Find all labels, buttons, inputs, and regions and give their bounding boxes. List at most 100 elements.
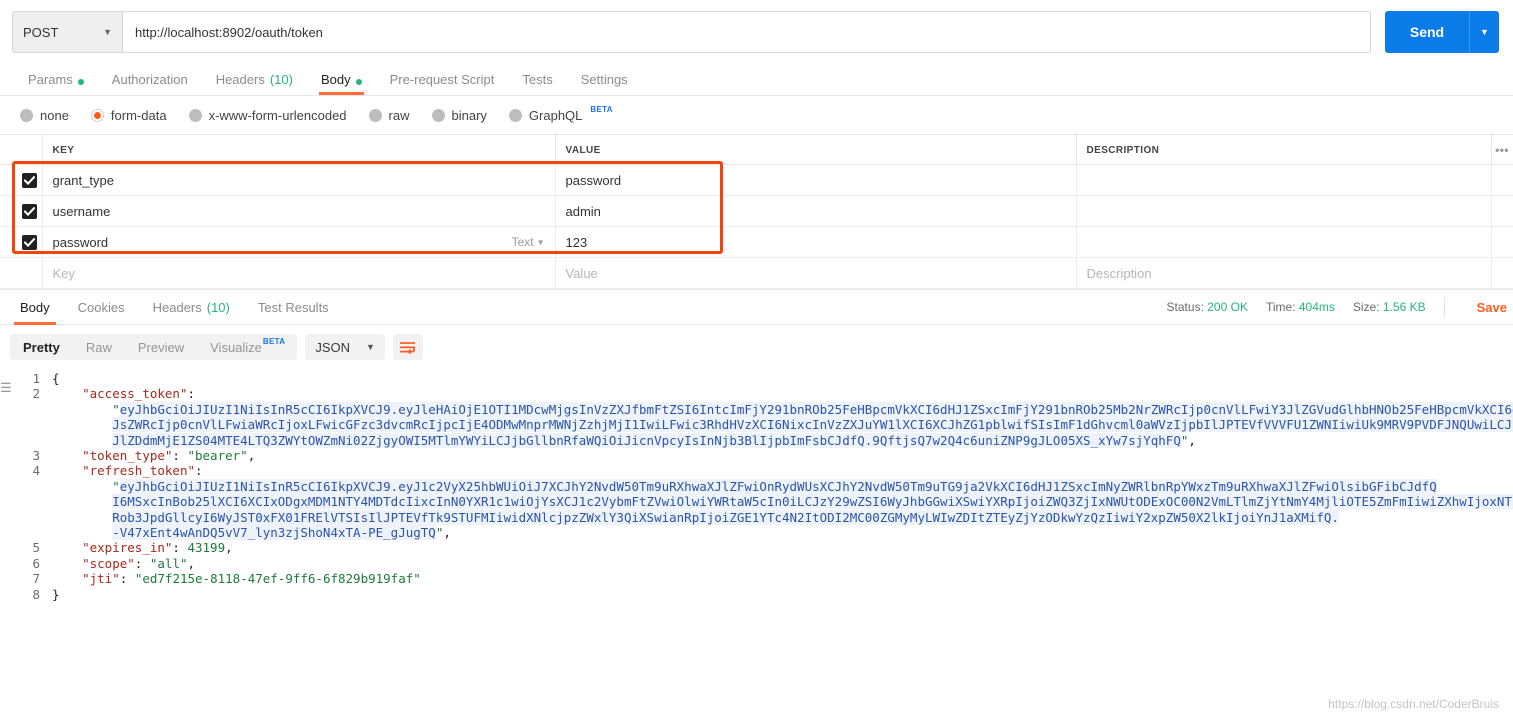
view-mode-preview[interactable]: Preview <box>125 334 197 360</box>
row-value-cell[interactable]: password <box>555 164 1077 196</box>
radio-checked-icon <box>90 108 104 122</box>
header-more-options-icon[interactable]: ••• <box>1491 134 1513 165</box>
tab-label: Cookies <box>77 299 125 315</box>
tab-tests[interactable]: Tests <box>508 73 566 95</box>
send-options-button[interactable]: ▼ <box>1469 11 1499 53</box>
row-type-select[interactable]: Text ▼ <box>512 235 545 249</box>
wrap-lines-button[interactable] <box>392 334 423 360</box>
format-value: JSON <box>315 339 350 355</box>
tab-count: (10) <box>269 72 293 87</box>
view-mode-pretty[interactable]: Pretty <box>10 334 73 360</box>
tab-label: Tests <box>522 72 553 87</box>
view-mode-segmented-control: Pretty Raw Preview Visualize BETA <box>10 334 298 360</box>
response-format-select[interactable]: JSON ▼ <box>305 334 385 360</box>
row-value-cell[interactable]: admin <box>555 195 1077 227</box>
row-value-cell[interactable]: 123 <box>555 226 1077 258</box>
line-number <box>0 433 52 448</box>
row-key-cell[interactable]: username <box>42 195 556 227</box>
body-type-x-www-form-urlencoded[interactable]: x-www-form-urlencoded <box>188 108 347 123</box>
mode-label: Raw <box>85 339 112 355</box>
radio-unchecked-icon <box>20 108 33 122</box>
size-metric: Size: 1.56 KB <box>1353 300 1426 314</box>
table-row-placeholder: Key Value Description <box>0 257 1513 289</box>
new-key-placeholder: Key <box>52 265 75 281</box>
code-line-row: Rob3JpdGllcyI6WyJST0xFX01FRElVTSIsIlJPTE… <box>0 509 1513 525</box>
tab-pre-request-script[interactable]: Pre-request Script <box>376 73 509 95</box>
tab-authorization[interactable]: Authorization <box>98 73 202 95</box>
time-value: 404ms <box>1298 300 1335 314</box>
row-description-cell[interactable] <box>1076 164 1492 196</box>
status-label: Status: <box>1166 300 1204 314</box>
dot-indicator-icon <box>355 79 362 85</box>
new-value-input[interactable]: Value <box>555 257 1077 289</box>
send-button-group: Send ▼ <box>1385 11 1499 53</box>
tab-label: Test Results <box>257 299 329 315</box>
http-method-value: POST <box>23 24 59 40</box>
new-description-input[interactable]: Description <box>1076 257 1492 289</box>
tab-headers[interactable]: Headers (10) <box>202 73 307 95</box>
table-row: password Text ▼ 123 <box>0 226 1513 258</box>
code-line-content: JlZDdmMjE1ZS04MTE4LTQ3ZWYtOWZmNi02ZjgyOW… <box>112 432 1196 448</box>
beta-badge: BETA <box>590 104 613 114</box>
response-tab-test-results[interactable]: Test Results <box>244 289 343 325</box>
code-line-row: I6MSxcInBob25lXCI6XCIxODgxMDM1NTY4MDTdcI… <box>0 494 1513 510</box>
divider <box>1443 297 1445 317</box>
row-description-cell[interactable] <box>1076 195 1492 227</box>
radio-label: none <box>40 107 69 123</box>
code-line-row: 3 "token_type": "bearer", <box>0 448 1513 463</box>
body-type-graphql[interactable]: GraphQL BETA <box>508 104 613 123</box>
body-type-raw[interactable]: raw <box>368 108 410 123</box>
response-view-toolbar: Pretty Raw Preview Visualize BETA JSON ▼ <box>0 325 1513 369</box>
http-method-select[interactable]: POST ▼ <box>12 11 122 53</box>
code-line-content: "jti": "ed7f215e-8118-47ef-9ff6-6f829b91… <box>82 571 421 587</box>
radio-unchecked-icon <box>368 108 382 122</box>
line-number <box>0 417 52 432</box>
tab-label: Authorization <box>111 72 188 87</box>
body-type-radio-group: none form-data x-www-form-urlencoded raw… <box>0 96 1513 134</box>
line-number <box>0 525 52 540</box>
tab-body[interactable]: Body <box>307 73 376 95</box>
tab-label: Settings <box>580 72 628 87</box>
code-line-row: 5 "expires_in": 43199, <box>0 540 1513 555</box>
row-key-cell[interactable]: password Text ▼ <box>42 226 556 258</box>
code-line-row: 2 "access_token": <box>0 386 1513 401</box>
row-checkbox[interactable] <box>22 234 37 250</box>
radio-unchecked-icon <box>431 108 445 122</box>
line-number: 6 <box>32 555 40 571</box>
row-description-cell[interactable] <box>1076 226 1492 258</box>
send-button[interactable]: Send <box>1385 11 1469 53</box>
status-metric: Status: 200 OK <box>1167 300 1248 314</box>
response-tab-headers[interactable]: Headers (10) <box>139 289 244 325</box>
row-checkbox[interactable] <box>22 203 37 219</box>
row-key-cell[interactable]: grant_type <box>42 164 556 196</box>
url-input[interactable]: http://localhost:8902/oauth/token <box>122 11 1371 53</box>
tab-params[interactable]: Params <box>14 73 98 95</box>
body-type-binary[interactable]: binary <box>431 108 487 123</box>
view-mode-raw[interactable]: Raw <box>73 334 125 360</box>
response-tab-body[interactable]: Body <box>6 289 64 325</box>
tab-label: Headers <box>152 299 202 315</box>
body-type-none[interactable]: none <box>20 108 69 123</box>
table-row: grant_type password <box>0 164 1513 196</box>
row-value-text: admin <box>565 203 601 219</box>
beta-badge: BETA <box>262 336 286 346</box>
line-number: 7 <box>32 571 40 587</box>
response-body-code-viewer[interactable]: 1{2 "access_token": "eyJhbGciOiJIUzI1NiI… <box>0 369 1513 631</box>
body-type-form-data[interactable]: form-data <box>90 108 167 123</box>
row-checkbox[interactable] <box>22 172 37 188</box>
new-value-placeholder: Value <box>565 265 598 281</box>
save-response-link[interactable]: Save <box>1463 300 1513 315</box>
radio-unchecked-icon <box>188 108 202 122</box>
tab-settings[interactable]: Settings <box>567 73 642 95</box>
request-url-bar: POST ▼ http://localhost:8902/oauth/token… <box>0 0 1513 64</box>
header-value: VALUE <box>555 134 1077 165</box>
form-data-table-wrapper: KEY VALUE DESCRIPTION ••• grant_type pas… <box>0 134 1513 394</box>
row-key-text: grant_type <box>52 172 114 188</box>
line-number: 4 <box>32 463 40 479</box>
new-key-input[interactable]: Key <box>42 257 556 289</box>
response-tab-cookies[interactable]: Cookies <box>64 289 139 325</box>
mode-label: Visualize <box>210 339 262 355</box>
view-mode-visualize[interactable]: Visualize BETA <box>197 334 297 360</box>
code-line-row: "eyJhbGciOiJIUzI1NiIsInR5cCI6IkpXVCJ9.ey… <box>0 401 1513 417</box>
tab-label: Headers <box>215 72 265 87</box>
